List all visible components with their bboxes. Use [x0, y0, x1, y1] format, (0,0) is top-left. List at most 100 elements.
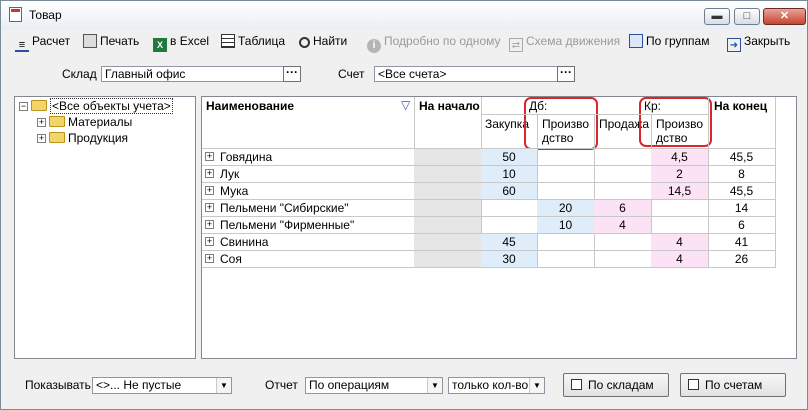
qty-select-value: только кол-во	[452, 378, 529, 392]
scheme-button[interactable]: ⇄ Схема движения	[509, 31, 620, 52]
cell-sale[interactable]	[594, 166, 651, 183]
cell-sale[interactable]	[594, 251, 651, 268]
table-button[interactable]: Таблица	[221, 31, 285, 51]
cell-end[interactable]: 45,5	[708, 149, 775, 166]
cell-background	[414, 149, 481, 166]
warehouse-field[interactable]: Главный офис	[101, 66, 284, 82]
tree-item-products[interactable]: + Продукция	[37, 130, 128, 146]
cell-purchase[interactable]: 10	[481, 166, 537, 183]
cell-sale[interactable]: 4	[594, 217, 651, 234]
cell-credit-production[interactable]: 2	[651, 166, 708, 183]
expand-icon[interactable]: +	[205, 254, 214, 263]
row-line	[202, 267, 775, 268]
cell-end[interactable]: 14	[708, 200, 775, 217]
calc-icon: ≡	[15, 38, 29, 52]
close-button[interactable]: ➜ Закрыть	[727, 31, 791, 52]
expand-icon[interactable]: +	[205, 220, 214, 229]
expand-icon[interactable]: +	[205, 203, 214, 212]
main-window: Товар ▬ □ ✕ ≡ Расчет Печать Xв Excel Табл…	[0, 0, 808, 410]
cell-purchase[interactable]: 30	[481, 251, 537, 268]
table-icon	[221, 34, 235, 48]
account-browse-button[interactable]: ···	[557, 66, 575, 82]
cell-credit-production[interactable]	[651, 200, 708, 217]
cell-purchase[interactable]	[481, 200, 537, 217]
data-grid[interactable]: Наименование ▽ На начало Дб: Кр: На коне…	[201, 96, 797, 359]
column-header-purchase[interactable]: Закупка	[485, 117, 529, 131]
row-name: Соя	[220, 252, 242, 266]
cell-credit-production[interactable]	[651, 217, 708, 234]
chevron-down-icon: ▼	[216, 378, 231, 393]
cell-credit-production[interactable]: 14,5	[651, 183, 708, 200]
row-name: Мука	[220, 184, 249, 198]
cell-production[interactable]	[537, 149, 594, 166]
minimize-button[interactable]: ▬	[704, 8, 730, 25]
by-accounts-label: По счетам	[705, 378, 763, 392]
cell-production[interactable]	[537, 166, 594, 183]
close-window-button[interactable]: ✕	[763, 8, 806, 25]
cell-sale[interactable]: 6	[594, 200, 651, 217]
cell-purchase[interactable]: 60	[481, 183, 537, 200]
flow-icon: ⇄	[509, 38, 523, 52]
expand-icon[interactable]: +	[205, 237, 214, 246]
collapse-icon[interactable]: −	[19, 102, 28, 111]
show-select[interactable]: <>... Не пустые ▼	[92, 377, 232, 394]
excel-button[interactable]: Xв Excel	[153, 31, 210, 52]
cell-production[interactable]	[537, 234, 594, 251]
by-warehouses-toggle[interactable]: По складам	[563, 373, 669, 397]
object-tree[interactable]: − <Все объекты учета> + Материалы + Продукц…	[14, 96, 196, 359]
print-label: Печать	[100, 34, 140, 48]
tree-item-materials[interactable]: + Материалы	[37, 114, 132, 130]
cell-sale[interactable]	[594, 183, 651, 200]
filter-icon[interactable]: ▽	[401, 98, 410, 112]
cell-credit-production[interactable]: 4,5	[651, 149, 708, 166]
cell-sale[interactable]	[594, 234, 651, 251]
expand-icon[interactable]: +	[37, 134, 46, 143]
maximize-button[interactable]: □	[734, 8, 760, 25]
account-field[interactable]: <Все счета>	[374, 66, 558, 82]
report-label: Отчет	[265, 378, 298, 392]
by-accounts-toggle[interactable]: По счетам	[680, 373, 786, 397]
cell-end[interactable]: 26	[708, 251, 775, 268]
expand-icon[interactable]: +	[205, 186, 214, 195]
excel-label: в Excel	[170, 34, 210, 48]
column-header-name[interactable]: Наименование	[206, 99, 294, 113]
table-label: Таблица	[238, 34, 286, 48]
cell-end[interactable]: 45,5	[708, 183, 775, 200]
qty-select[interactable]: только кол-во ▼	[448, 377, 545, 394]
tree-root[interactable]: − <Все объекты учета>	[19, 98, 173, 114]
column-header-start[interactable]: На начало	[419, 99, 480, 113]
cell-purchase[interactable]: 45	[481, 234, 537, 251]
print-button[interactable]: Печать	[83, 31, 139, 51]
cell-end[interactable]: 8	[708, 166, 775, 183]
warehouse-browse-button[interactable]: ···	[283, 66, 301, 82]
cell-production[interactable]: 20	[537, 200, 594, 217]
checkbox-icon	[688, 379, 699, 390]
cell-background	[414, 217, 481, 234]
cell-credit-production[interactable]: 4	[651, 251, 708, 268]
column-header-end[interactable]: На конец	[714, 99, 767, 113]
row-name: Пельмени "Фирменные"	[220, 218, 355, 232]
folder-icon	[49, 116, 65, 127]
cell-end[interactable]: 6	[708, 217, 775, 234]
cell-purchase[interactable]: 50	[481, 149, 537, 166]
expand-icon[interactable]: +	[37, 118, 46, 127]
cell-production[interactable]	[537, 251, 594, 268]
expand-icon[interactable]: +	[205, 169, 214, 178]
cell-end[interactable]: 41	[708, 234, 775, 251]
report-select[interactable]: По операциям ▼	[305, 377, 443, 394]
groups-button[interactable]: По группам	[629, 31, 709, 51]
close-label: Закрыть	[744, 34, 791, 48]
cell-production[interactable]: 10	[537, 217, 594, 234]
cell-production[interactable]	[537, 183, 594, 200]
detail-button[interactable]: i Подробно по одному	[367, 31, 501, 53]
calc-button[interactable]: ≡ Расчет	[15, 31, 70, 52]
cell-sale[interactable]	[594, 149, 651, 166]
app-icon	[9, 7, 22, 22]
checkbox-icon	[571, 379, 582, 390]
cell-purchase[interactable]	[481, 217, 537, 234]
cell-credit-production[interactable]: 4	[651, 234, 708, 251]
expand-icon[interactable]: +	[205, 152, 214, 161]
chevron-down-icon: ▼	[427, 378, 442, 393]
report-select-value: По операциям	[309, 378, 390, 392]
find-button[interactable]: Найти	[299, 31, 347, 51]
